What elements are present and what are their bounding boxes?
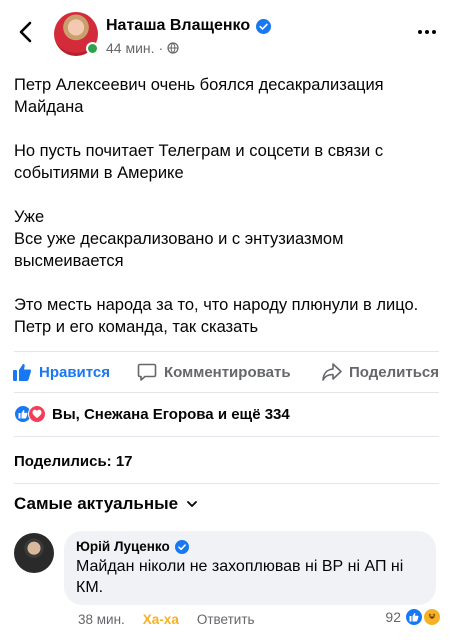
divider	[14, 483, 439, 484]
post-paragraph: Но пусть почитает Телеграм и соцсети в с…	[14, 142, 384, 182]
post-paragraph: Петр Алексеевич очень боялся десакрализа…	[14, 76, 384, 116]
chevron-down-icon	[187, 501, 198, 507]
reactions-summary[interactable]: Вы, Снежана Егорова и ещё 334	[14, 405, 290, 423]
author-name[interactable]: Наташа Влащенко	[106, 17, 250, 35]
post-meta: 44 мин. ·	[106, 40, 179, 56]
comments-sort-label: Самые актуальные	[14, 494, 179, 513]
comment-author[interactable]: Юрій Луценко	[76, 539, 170, 554]
post-time[interactable]: 44 мин.	[106, 40, 155, 56]
post-paragraph: Это месть народа за то, что народу плюну…	[14, 296, 419, 336]
divider	[14, 351, 439, 352]
share-label: Поделиться	[349, 363, 440, 381]
author-name-row[interactable]: Наташа Влащенко	[106, 17, 272, 35]
post-body: Петр Алексеевич очень боялся десакрализа…	[14, 74, 444, 360]
comment-reaction-count: 92	[385, 609, 401, 625]
reply-button[interactable]: Ответить	[197, 612, 255, 627]
meta-separator: ·	[158, 40, 164, 56]
love-reaction-icon	[28, 405, 46, 423]
like-label: Нравится	[39, 363, 111, 381]
comment-meta: 38 мин. Ха-ха Ответить	[78, 612, 255, 627]
comment-author-row[interactable]: Юрій Луценко	[76, 539, 424, 554]
comment-button[interactable]: Комментировать	[137, 362, 291, 382]
verified-badge-icon	[174, 539, 189, 554]
back-chevron-icon[interactable]	[14, 20, 38, 44]
share-button[interactable]: Поделиться	[322, 362, 439, 382]
like-reaction-icon	[405, 608, 423, 626]
reaction-icons	[14, 405, 46, 423]
comment-label: Комментировать	[164, 363, 291, 381]
thumbs-up-icon	[13, 364, 32, 381]
divider	[14, 436, 439, 437]
share-arrow-icon	[322, 363, 342, 381]
shares-count[interactable]: Поделились: 17	[14, 453, 133, 470]
comment-bubble-icon	[137, 363, 157, 381]
comment-time[interactable]: 38 мин.	[78, 612, 125, 627]
verified-badge-icon	[256, 18, 272, 34]
comment-bubble: Юрій Луценко Майдан ніколи не захоплював…	[64, 531, 436, 605]
haha-reaction-icon	[423, 608, 441, 626]
divider	[14, 392, 439, 393]
comment-reactions[interactable]: 92	[385, 608, 441, 626]
post-actions: Нравится Комментировать Поделиться	[0, 356, 453, 392]
commenter-avatar[interactable]	[14, 533, 54, 573]
more-dots-icon[interactable]	[417, 22, 437, 42]
comment-text: Майдан ніколи не захоплював ні ВР ні АП …	[76, 558, 404, 596]
post-header: Наташа Влащенко 44 мин. ·	[0, 0, 453, 64]
online-status-dot	[86, 42, 99, 55]
haha-reaction-button[interactable]: Ха-ха	[143, 612, 179, 627]
post-paragraph: Уже Все уже десакрализовано и с энтузиаз…	[14, 208, 344, 270]
like-button[interactable]: Нравится	[12, 362, 110, 382]
reactions-text: Вы, Снежана Егорова и ещё 334	[52, 405, 290, 423]
comments-sort[interactable]: Самые актуальные	[14, 494, 198, 514]
globe-icon	[167, 42, 179, 54]
